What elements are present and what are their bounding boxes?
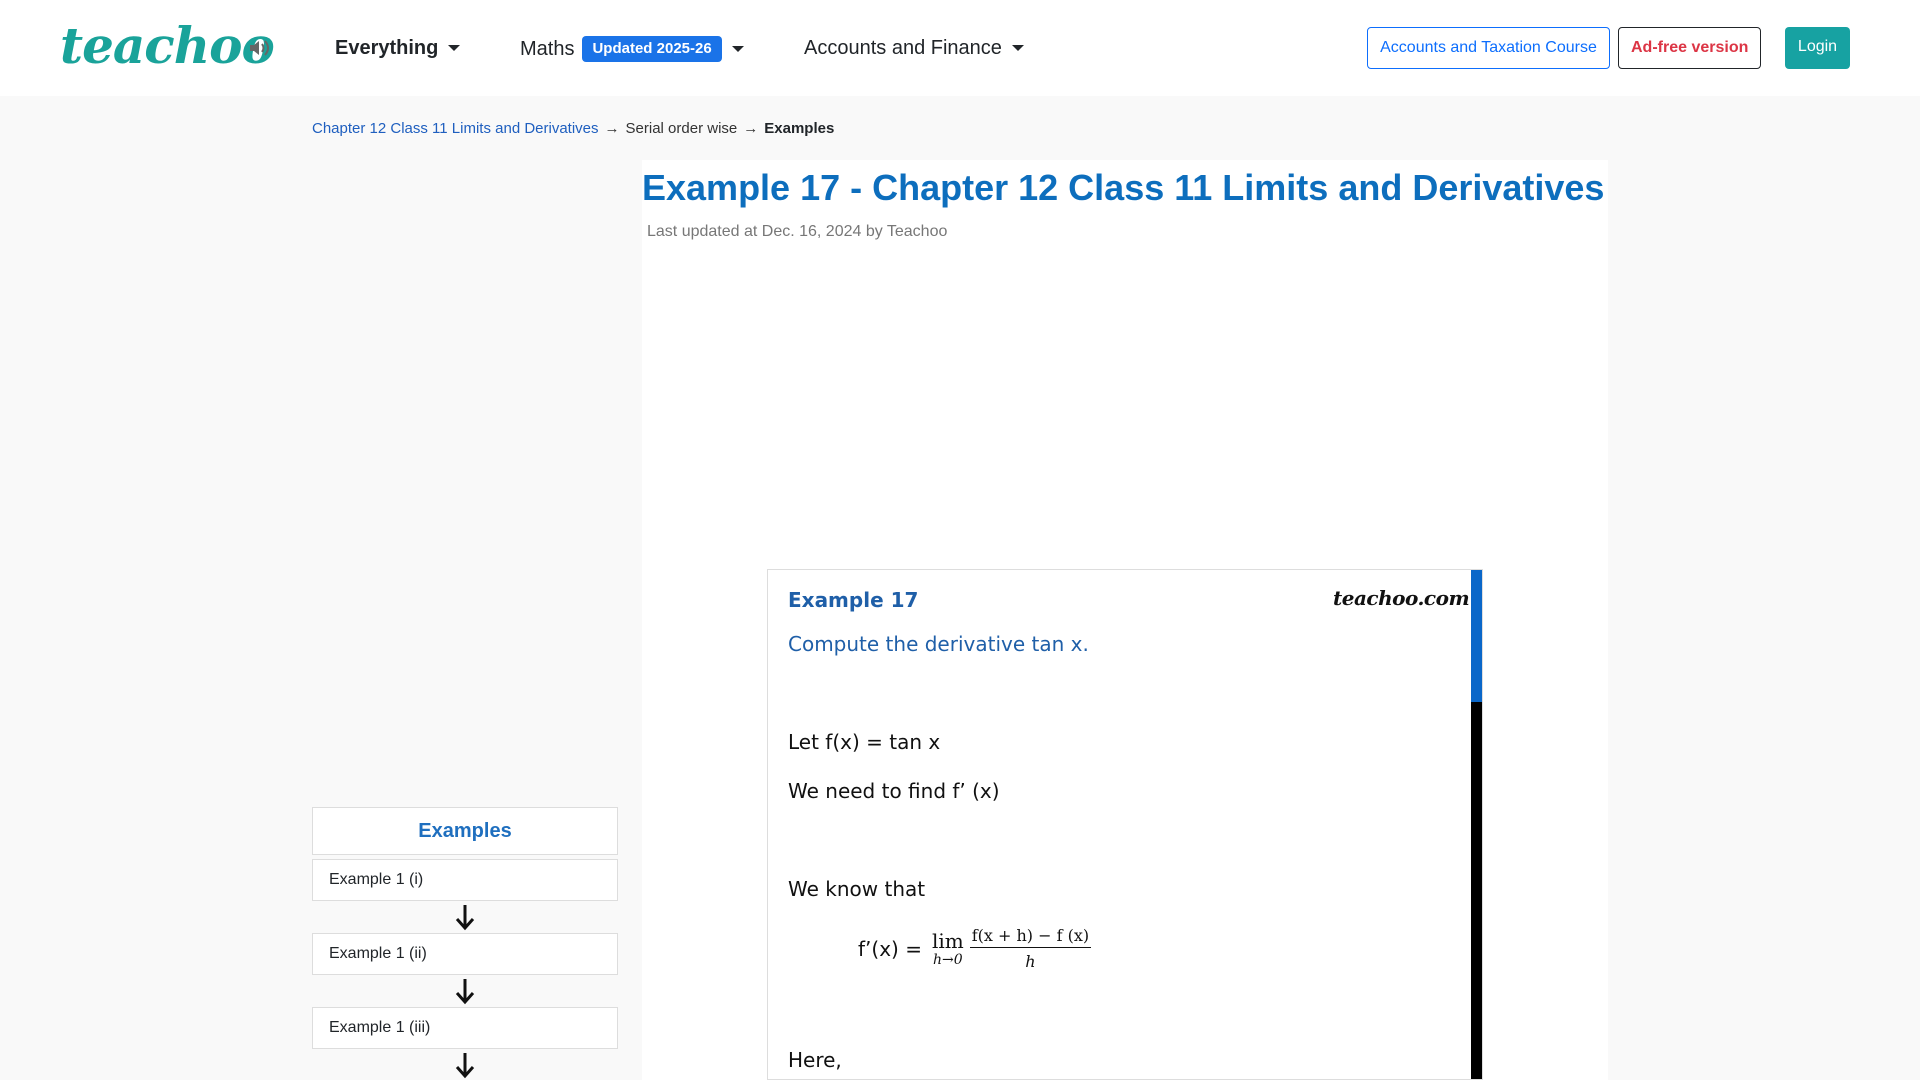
- sidebar-item-example-1-iii[interactable]: Example 1 (iii): [312, 1007, 618, 1049]
- arrow-down-icon: [455, 1053, 475, 1079]
- nav-maths-label: Maths: [520, 38, 575, 60]
- teachoo-logo[interactable]: teachoo: [60, 16, 275, 76]
- nav-everything[interactable]: Everything: [335, 36, 461, 60]
- derivative-formula: f’(x) = lim h→0 f(x + h) − f (x) h: [858, 926, 1092, 971]
- sidebar-item-example-1-i[interactable]: Example 1 (i): [312, 859, 618, 901]
- page-title: Example 17 - Chapter 12 Class 11 Limits …: [642, 167, 1605, 208]
- lim-subscript: h→0: [933, 951, 963, 968]
- breadcrumb-section: Serial order wise: [625, 120, 738, 137]
- fraction-numerator: f(x + h) − f (x): [969, 926, 1092, 948]
- ad-free-button[interactable]: Ad-free version: [1618, 27, 1761, 69]
- breadcrumb-current: Examples: [764, 120, 835, 137]
- top-navbar: teachoo Everything Maths Updated 2025-26…: [0, 0, 1920, 96]
- sidebar-heading[interactable]: Examples: [312, 807, 618, 855]
- solution-line: Let f(x) = tan x: [788, 730, 941, 754]
- fraction-denominator: h: [1025, 952, 1036, 971]
- nav-accounts-finance[interactable]: Accounts and Finance: [804, 36, 1024, 60]
- last-updated-meta: Last updated at Dec. 16, 2024 by Teachoo: [647, 223, 948, 240]
- login-button[interactable]: Login: [1785, 27, 1850, 69]
- formula-lhs: f’(x) =: [858, 936, 922, 961]
- nav-everything-label: Everything: [335, 37, 439, 59]
- question-image: Example 17 teachoo.com Compute the deriv…: [767, 569, 1483, 1080]
- speaker-icon[interactable]: [247, 36, 271, 60]
- updated-badge: Updated 2025-26: [582, 36, 722, 62]
- image-scrollbar-thumb[interactable]: [1471, 570, 1482, 702]
- solution-line: Here,: [788, 1048, 842, 1072]
- lim-text: lim: [931, 928, 964, 953]
- accounts-course-button[interactable]: Accounts and Taxation Course: [1367, 27, 1610, 69]
- solution-line: We need to find f’ (x): [788, 779, 1000, 803]
- arrow-down-icon: [455, 905, 475, 931]
- example-title: Example 17: [788, 588, 919, 612]
- chevron-down-icon: [448, 45, 461, 51]
- fraction: f(x + h) − f (x) h: [969, 926, 1092, 971]
- sidebar-item-example-1-ii[interactable]: Example 1 (ii): [312, 933, 618, 975]
- arrow-down-icon: [455, 979, 475, 1005]
- breadcrumb: Chapter 12 Class 11 Limits and Derivativ…: [312, 119, 834, 139]
- breadcrumb-separator: →: [604, 120, 620, 137]
- breadcrumb-separator: →: [743, 120, 759, 137]
- chevron-down-icon: [1011, 45, 1024, 51]
- limit-operator: lim h→0: [932, 930, 964, 968]
- nav-maths[interactable]: Maths Updated 2025-26: [520, 36, 744, 62]
- solution-line: We know that: [788, 877, 926, 901]
- chevron-down-icon: [731, 46, 744, 52]
- nav-accounts-label: Accounts and Finance: [804, 37, 1002, 59]
- question-text: Compute the derivative tan x.: [788, 632, 1089, 656]
- breadcrumb-chapter-link[interactable]: Chapter 12 Class 11 Limits and Derivativ…: [312, 120, 599, 137]
- teachoo-watermark: teachoo.com: [1333, 586, 1470, 610]
